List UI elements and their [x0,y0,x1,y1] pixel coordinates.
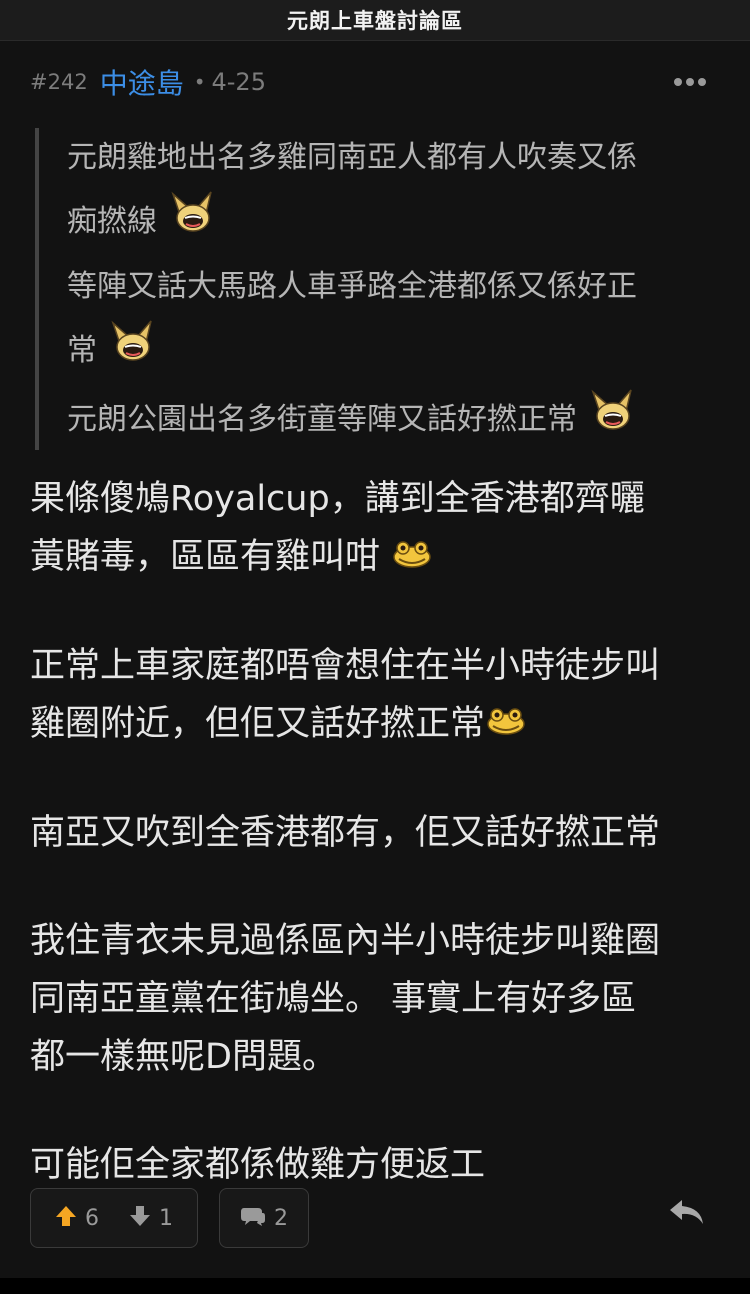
post-number: #242 [30,70,88,94]
laugh-emoji-icon [167,188,217,257]
bottom-edge [0,1278,750,1294]
quoted-reply: 元朗雞地出名多雞同南亞人都有人吹奏又係 痴撚線 等陣又話大馬路人車爭路全港都係又… [35,128,715,450]
author-name[interactable]: 中途島 [100,62,184,102]
arrow-up-icon [55,1204,77,1232]
frog-emoji-icon [391,529,433,587]
body-line: 果條傻鳩Royalcup，講到全香港都齊曬 [30,479,645,519]
dot-icon [674,78,682,86]
body-line: 我住青衣未見過係區內半小時徒步叫雞圈 [30,921,661,961]
reply-button[interactable] [668,1196,706,1234]
frog-emoji-icon [485,696,527,754]
dot-icon [686,78,694,86]
laugh-emoji-icon [107,317,157,386]
top-bar: 元朗上車盤討論區 [0,0,750,41]
upvote-count: 6 [85,1205,99,1231]
post-meta: #242 中途島 • 4-25 [30,60,720,104]
quote-line: 元朗雞地出名多雞同南亞人都有人吹奏又係 [67,140,637,175]
quote-line: 常 [67,317,715,386]
post-date: 4-25 [211,68,266,96]
quote-line: 元朗公園出名多街童等陣又話好撚正常 [67,386,715,455]
body-line: 南亞又吹到全香港都有，佢又話好撚正常 [30,813,661,853]
body-line: 正常上車家庭都唔會想住在半小時徒步叫 [30,646,661,686]
quote-line: 痴撚線 [67,188,715,257]
downvote-count: 1 [159,1205,173,1231]
arrow-down-icon [129,1204,151,1232]
reply-arrow-icon [668,1200,706,1234]
body-line: 可能佢全家都係做雞方便返工 [30,1145,486,1185]
comment-button[interactable]: 2 [219,1188,309,1248]
upvote-button[interactable]: 6 [55,1204,99,1232]
body-line: 都一樣無呢D問題。 [30,1037,337,1077]
laugh-emoji-icon [587,386,637,455]
downvote-button[interactable]: 1 [129,1204,173,1232]
post-actions: 6 1 2 [30,1188,720,1248]
vote-group: 6 1 [30,1188,198,1248]
thread-title[interactable]: 元朗上車盤討論區 [287,5,463,35]
quote-line: 等陣又話大馬路人車爭路全港都係又係好正 [67,269,637,304]
body-line: 同南亞童黨在街鳩坐。 事實上有好多區 [30,979,637,1019]
comment-count: 2 [274,1205,288,1231]
meta-separator: • [193,70,206,94]
dot-icon [698,78,706,86]
post-body: 果條傻鳩Royalcup，講到全香港都齊曬 黃賭毒，區區有雞叫咁 正常上車家庭都… [30,470,730,1194]
more-options-button[interactable] [674,78,706,86]
body-line: 雞圈附近，但佢又話好撚正常 [30,695,730,754]
comment-icon [240,1205,266,1231]
body-line: 黃賭毒，區區有雞叫咁 [30,528,730,587]
